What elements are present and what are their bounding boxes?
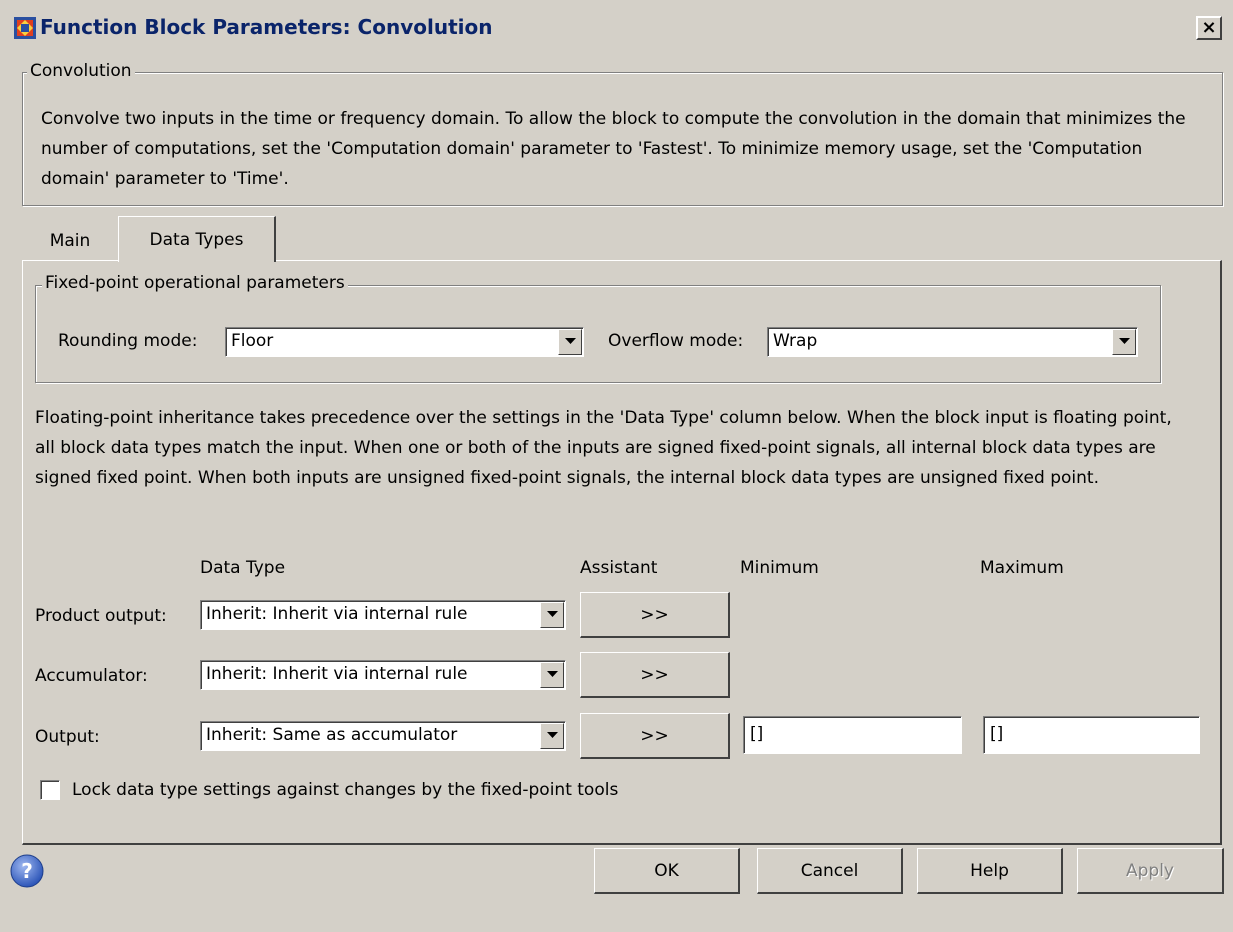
output-minimum-field[interactable]: [] [743, 716, 962, 754]
dropdown-arrow-icon[interactable] [540, 662, 564, 688]
assistant-button-label: >> [640, 665, 669, 685]
lock-data-type-label[interactable]: Lock data type settings against changes … [72, 780, 618, 800]
header-data-type: Data Type [200, 558, 286, 578]
header-minimum: Minimum [740, 558, 819, 578]
accumulator-assistant-button[interactable]: >> [580, 652, 730, 698]
product-output-assistant-button[interactable]: >> [580, 592, 730, 638]
help-button[interactable]: Help [917, 848, 1063, 894]
output-minimum-value: [] [750, 724, 764, 744]
rounding-mode-label: Rounding mode: [58, 331, 198, 351]
fixed-point-group-legend: Fixed-point operational parameters [42, 273, 348, 293]
tab-data-types-label: Data Types [149, 230, 244, 250]
lock-data-type-checkbox[interactable] [40, 780, 60, 800]
assistant-button-label: >> [640, 605, 669, 625]
simulink-app-icon [14, 17, 36, 39]
product-output-data-type-value: Inherit: Inherit via internal rule [206, 604, 468, 624]
ok-button-label: OK [654, 861, 679, 881]
rounding-mode-value: Floor [231, 331, 274, 351]
header-assistant: Assistant [580, 558, 658, 578]
accumulator-data-type-value: Inherit: Inherit via internal rule [206, 664, 468, 684]
header-maximum: Maximum [980, 558, 1064, 578]
overflow-mode-select[interactable]: Wrap [767, 327, 1138, 357]
output-assistant-button[interactable]: >> [580, 713, 730, 759]
output-data-type-select[interactable]: Inherit: Same as accumulator [200, 721, 566, 751]
overflow-mode-label: Overflow mode: [608, 331, 744, 351]
help-icon[interactable]: ? [9, 853, 45, 889]
apply-button-label: Apply [1126, 861, 1174, 881]
title-bar: Function Block Parameters: Convolution × [0, 0, 1233, 56]
close-icon: × [1201, 17, 1217, 38]
output-maximum-field[interactable]: [] [983, 716, 1200, 754]
assistant-button-label: >> [640, 726, 669, 746]
dropdown-arrow-icon[interactable] [1112, 329, 1136, 355]
help-button-label: Help [970, 861, 1009, 881]
tab-main[interactable]: Main [22, 222, 118, 260]
dropdown-arrow-icon[interactable] [540, 602, 564, 628]
tab-main-label: Main [49, 231, 91, 251]
output-data-type-value: Inherit: Same as accumulator [206, 725, 458, 745]
cancel-button-label: Cancel [800, 861, 859, 881]
accumulator-label: Accumulator: [35, 666, 148, 686]
ok-button[interactable]: OK [594, 848, 740, 894]
dropdown-arrow-icon[interactable] [540, 723, 564, 749]
inheritance-description: Floating-point inheritance takes precede… [35, 408, 1172, 488]
svg-text:?: ? [21, 859, 33, 883]
convolution-group-legend: Convolution [27, 61, 135, 81]
window-title: Function Block Parameters: Convolution [40, 15, 493, 39]
apply-button[interactable]: Apply [1077, 848, 1224, 894]
output-label: Output: [35, 727, 100, 747]
accumulator-data-type-select[interactable]: Inherit: Inherit via internal rule [200, 660, 566, 690]
block-description: Convolve two inputs in the time or frequ… [41, 109, 1186, 189]
tab-data-types[interactable]: Data Types [118, 216, 276, 262]
product-output-data-type-select[interactable]: Inherit: Inherit via internal rule [200, 600, 566, 630]
output-maximum-value: [] [990, 724, 1004, 744]
close-button[interactable]: × [1196, 16, 1222, 40]
overflow-mode-value: Wrap [773, 331, 818, 351]
dropdown-arrow-icon[interactable] [558, 329, 582, 355]
rounding-mode-select[interactable]: Floor [225, 327, 584, 357]
cancel-button[interactable]: Cancel [757, 848, 903, 894]
product-output-label: Product output: [35, 606, 167, 626]
